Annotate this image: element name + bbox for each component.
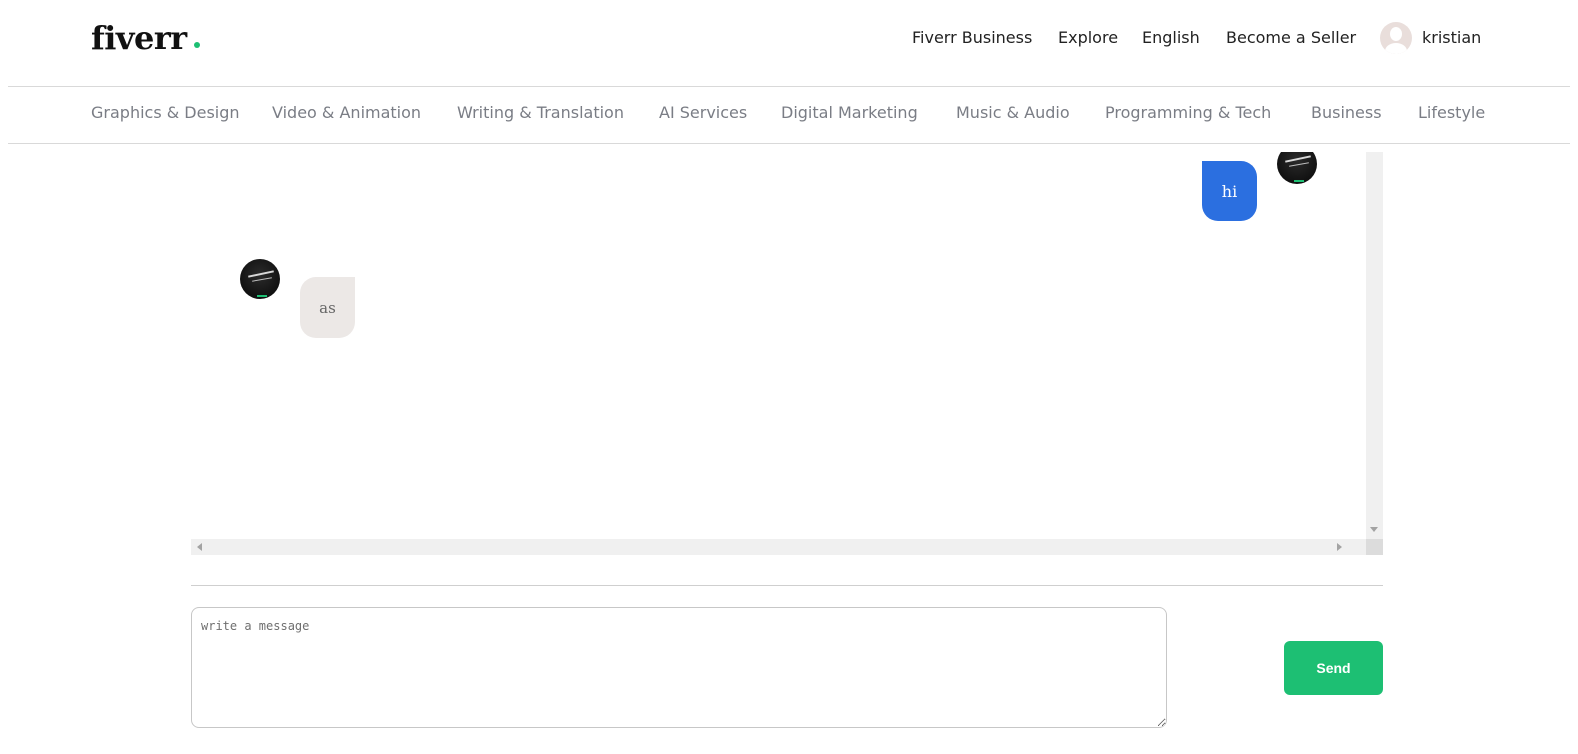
category-ai-services[interactable]: AI Services <box>659 103 747 122</box>
scroll-left-arrow-icon[interactable] <box>197 543 202 551</box>
category-business[interactable]: Business <box>1311 103 1382 122</box>
category-lifestyle[interactable]: Lifestyle <box>1418 103 1485 122</box>
scroll-down-arrow-icon[interactable] <box>1370 527 1378 532</box>
chat-messages-panel[interactable]: hi as <box>191 152 1383 555</box>
nav-fiverr-business[interactable]: Fiverr Business <box>912 28 1032 52</box>
avatar-streak <box>1289 162 1309 167</box>
nav-become-a-seller[interactable]: Become a Seller <box>1226 28 1356 52</box>
nav-explore[interactable]: Explore <box>1058 28 1118 52</box>
nav-english[interactable]: English <box>1142 28 1200 52</box>
username-link[interactable]: kristian <box>1422 28 1481 52</box>
scrollbar-corner <box>1366 539 1383 555</box>
horizontal-scrollbar[interactable] <box>191 539 1366 555</box>
category-music-audio[interactable]: Music & Audio <box>956 103 1070 122</box>
category-programming-tech[interactable]: Programming & Tech <box>1105 103 1271 122</box>
scroll-right-arrow-icon[interactable] <box>1337 543 1342 551</box>
avatar-body <box>1385 43 1407 54</box>
vertical-scrollbar[interactable] <box>1366 152 1383 539</box>
send-button[interactable]: Send <box>1284 641 1383 695</box>
fiverr-logo[interactable]: fiverr <box>91 19 187 57</box>
avatar-online-mark <box>257 295 267 297</box>
category-writing-translation[interactable]: Writing & Translation <box>457 103 624 122</box>
incoming-message-bubble: as <box>300 277 355 338</box>
category-digital-marketing[interactable]: Digital Marketing <box>781 103 918 122</box>
message-input[interactable] <box>191 607 1167 728</box>
top-navbar: fiverr Fiverr Business Explore English B… <box>0 0 1578 86</box>
outgoing-message-bubble: hi <box>1202 161 1257 221</box>
sender-avatar-icon <box>1277 152 1317 184</box>
avatar-streak <box>252 277 272 282</box>
logo-dot-icon <box>194 42 200 48</box>
avatar-online-mark <box>1294 180 1304 182</box>
category-graphics-design[interactable]: Graphics & Design <box>91 103 240 122</box>
receiver-avatar-icon <box>240 259 280 299</box>
avatar-head <box>1390 27 1402 41</box>
category-bar-divider <box>8 143 1570 144</box>
category-video-animation[interactable]: Video & Animation <box>272 103 421 122</box>
composer-divider <box>191 585 1383 586</box>
user-avatar-icon[interactable] <box>1380 22 1412 54</box>
category-bar: Graphics & Design Video & Animation Writ… <box>0 87 1578 143</box>
